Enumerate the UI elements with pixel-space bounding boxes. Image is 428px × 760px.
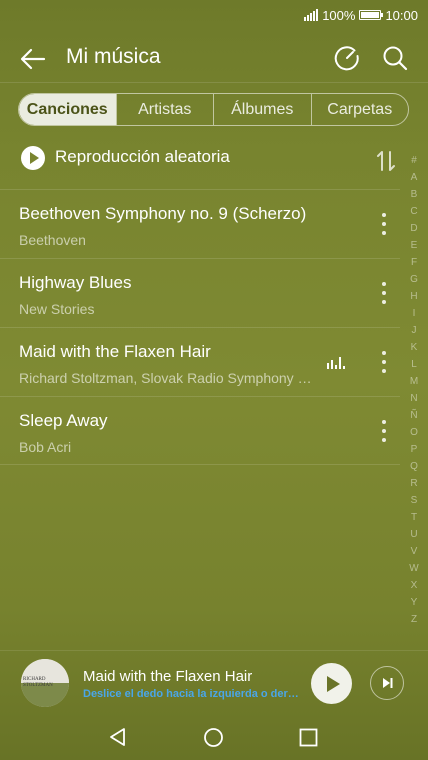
alphabet-index-letter[interactable]: Z (403, 611, 425, 628)
battery-icon (359, 10, 384, 20)
alphabet-index-letter[interactable]: Y (403, 594, 425, 611)
song-title: Highway Blues (19, 273, 132, 292)
song-title: Beethoven Symphony no. 9 (Scherzo) (19, 204, 307, 223)
nav-recents-icon (299, 728, 318, 747)
list-item[interactable]: Sleep Away Bob Acri (0, 396, 400, 465)
skip-next-icon (383, 678, 393, 688)
alphabet-index-letter[interactable]: X (403, 577, 425, 594)
battery-percent: 100% (322, 7, 356, 23)
song-artist: Beethoven (19, 232, 86, 248)
category-tabs: Canciones Artistas Álbumes Carpetas (18, 93, 409, 126)
more-options-button[interactable] (376, 417, 392, 445)
alphabet-index-letter[interactable]: E (403, 237, 425, 254)
nav-back-icon (110, 728, 125, 746)
nav-back-button[interactable] (107, 726, 129, 748)
alphabet-index-letter[interactable]: G (403, 271, 425, 288)
song-title: Sleep Away (19, 411, 108, 430)
back-button[interactable] (18, 44, 48, 74)
tab-albumes[interactable]: Álbumes (213, 94, 311, 125)
now-playing-equalizer-icon (327, 357, 345, 369)
song-artist: Richard Stoltzman, Slovak Radio Symphony… (19, 370, 319, 386)
page-title: Mi música (66, 45, 161, 68)
song-list: Beethoven Symphony no. 9 (Scherzo) Beeth… (0, 189, 400, 465)
alphabet-index-letter[interactable]: T (403, 509, 425, 526)
alphabet-index-letter[interactable]: R (403, 475, 425, 492)
sleep-timer-button[interactable] (332, 43, 362, 73)
shuffle-label: Reproducción aleatoria (55, 147, 230, 166)
play-circle-icon (21, 146, 45, 170)
alphabet-index-letter[interactable]: N (403, 390, 425, 407)
alphabet-index-letter[interactable]: Ñ (403, 407, 425, 424)
timer-icon (334, 46, 359, 71)
song-title: Maid with the Flaxen Hair (19, 342, 211, 361)
alphabet-index-letter[interactable]: A (403, 169, 425, 186)
alphabet-index-letter[interactable]: W (403, 560, 425, 577)
tab-artistas[interactable]: Artistas (115, 94, 214, 125)
alphabet-index-letter[interactable]: # (403, 152, 425, 169)
more-options-button[interactable] (376, 210, 392, 238)
alphabet-index[interactable]: # A B C D E F G H I J K L M N Ñ O P Q R S T U V W X Y Z (403, 152, 425, 628)
list-item[interactable]: Beethoven Symphony no. 9 (Scherzo) Beeth… (0, 189, 400, 258)
app-bar: Mi música (0, 38, 428, 78)
more-options-button[interactable] (376, 279, 392, 307)
system-nav-bar (0, 718, 428, 760)
alphabet-index-letter[interactable]: S (403, 492, 425, 509)
tab-carpetas[interactable]: Carpetas (310, 94, 409, 125)
alphabet-index-letter[interactable]: J (403, 322, 425, 339)
tab-canciones[interactable]: Canciones (19, 94, 116, 125)
signal-icon (304, 9, 319, 21)
alphabet-index-letter[interactable]: K (403, 339, 425, 356)
more-options-button[interactable] (376, 348, 392, 376)
song-artist: New Stories (19, 301, 95, 317)
nav-home-icon (204, 728, 223, 747)
sort-icon (377, 151, 395, 171)
album-art: RICHARD STOLTZMAN (21, 659, 69, 707)
shuffle-all-row[interactable]: Reproducción aleatoria (0, 140, 428, 176)
nav-home-button[interactable] (203, 727, 224, 748)
alphabet-index-letter[interactable]: P (403, 441, 425, 458)
alphabet-index-letter[interactable]: B (403, 186, 425, 203)
clock: 10:00 (385, 7, 418, 23)
alphabet-index-letter[interactable]: Q (403, 458, 425, 475)
alphabet-index-letter[interactable]: L (403, 356, 425, 373)
alphabet-index-letter[interactable]: D (403, 220, 425, 237)
alphabet-index-letter[interactable]: C (403, 203, 425, 220)
list-item[interactable]: Highway Blues New Stories (0, 258, 400, 327)
search-button[interactable] (380, 43, 410, 73)
now-playing-bar[interactable]: RICHARD STOLTZMAN Maid with the Flaxen H… (0, 650, 428, 721)
alphabet-index-letter[interactable]: O (403, 424, 425, 441)
alphabet-index-letter[interactable]: U (403, 526, 425, 543)
app-bar-divider (0, 82, 428, 83)
arrow-left-icon (20, 48, 46, 70)
alphabet-index-letter[interactable]: I (403, 305, 425, 322)
song-artist: Bob Acri (19, 439, 72, 455)
status-bar: 100% 10:00 (0, 0, 428, 30)
search-icon (383, 46, 408, 71)
album-art-text: RICHARD STOLTZMAN (23, 677, 53, 688)
now-playing-title: Maid with the Flaxen Hair (83, 668, 253, 685)
sort-button[interactable] (374, 148, 398, 174)
swipe-hint: Deslice el dedo hacia la izquierda o der… (83, 688, 303, 700)
nav-recents-button[interactable] (299, 728, 318, 747)
alphabet-index-letter[interactable]: F (403, 254, 425, 271)
alphabet-index-letter[interactable]: V (403, 543, 425, 560)
list-item[interactable]: Maid with the Flaxen Hair Richard Stoltz… (0, 327, 400, 396)
next-button[interactable] (370, 666, 404, 700)
alphabet-index-letter[interactable]: M (403, 373, 425, 390)
play-button[interactable] (311, 663, 352, 704)
alphabet-index-letter[interactable]: H (403, 288, 425, 305)
